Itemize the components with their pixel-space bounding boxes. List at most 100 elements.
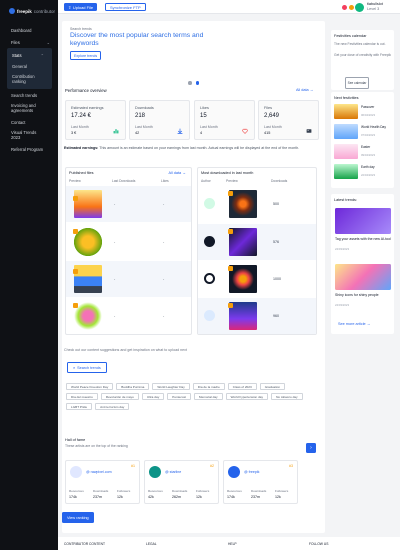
stats-submenu: Stats ⌃ General Contribution ranking	[7, 48, 52, 89]
sidebar-item-stats[interactable]: Stats ⌃	[7, 50, 52, 61]
table-row[interactable]: - -	[66, 261, 191, 297]
table-row[interactable]: 960	[198, 298, 316, 334]
likes-cell: -	[163, 277, 165, 281]
stat-card-files: Files 2,649 Last Month 415	[258, 100, 319, 140]
carousel-dot[interactable]	[188, 81, 192, 85]
chip[interactable]: Día del maestro	[66, 393, 98, 400]
downloads-cell: 960	[273, 314, 279, 318]
chip[interactable]: World Laughter Day	[152, 383, 190, 390]
contributor-name[interactable]: @ freepik	[244, 470, 259, 474]
sidebar-item-general[interactable]: General	[7, 61, 52, 72]
sidebar-item-visual-trends[interactable]: Visual Trends 2023	[0, 128, 58, 143]
search-trends-button[interactable]: ⌕ Search trends	[67, 362, 107, 373]
contributor-card[interactable]: @ rawpixel.com #1 Resources 174k Downloa…	[65, 460, 140, 504]
table-row[interactable]: - -	[66, 186, 191, 222]
avatar	[228, 466, 240, 478]
likes-cell: -	[163, 202, 165, 206]
carousel-dot-active[interactable]	[195, 81, 199, 85]
stat-value: 2,649	[264, 113, 280, 119]
sidebar-item-files[interactable]: Files ⌄	[0, 36, 58, 48]
see-calendar-button[interactable]: See calendar	[345, 77, 369, 89]
sidebar-item-dashboard[interactable]: Dashboard	[0, 24, 58, 36]
chip[interactable]: Ultra day	[141, 393, 165, 400]
author-avatar[interactable]	[204, 273, 215, 284]
sidebar-item-invoicing[interactable]: Invoicing and agreements	[0, 101, 58, 116]
chip[interactable]: Buddha Purnima	[116, 383, 150, 390]
trend-title: Shiny icons for shiny people	[335, 293, 379, 297]
table-row[interactable]: - -	[66, 224, 191, 260]
contributor-card[interactable]: @ starline #2 Resources 42k Downloads 26…	[144, 460, 219, 504]
metric-label: Downloads	[172, 489, 188, 493]
trend-card[interactable]: Shiny icons for shiny people 24/03/2023	[335, 264, 391, 314]
contributor-name[interactable]: @ rawpixel.com	[86, 470, 112, 474]
festivity-name: Earth day	[361, 165, 375, 169]
festivity-item[interactable]: Passover 06/04/2023	[334, 103, 392, 120]
file-thumbnail[interactable]	[74, 265, 102, 293]
chip[interactable]: Memorial day	[194, 393, 223, 400]
chip[interactable]: Graduation	[259, 383, 286, 390]
chip[interactable]: Revolución de mayo	[100, 393, 139, 400]
author-avatar[interactable]	[204, 236, 215, 247]
footer: CONTRIBUTOR CONTENT LEGAL HELP FOLLOW US	[58, 537, 400, 550]
chip[interactable]: Class of 2023	[227, 383, 257, 390]
published-all-data-link[interactable]: All data →	[168, 171, 186, 175]
sidebar-item-contact[interactable]: Contact	[0, 116, 58, 128]
contributor-name[interactable]: @ starline	[165, 470, 181, 474]
calendar-text-secondary: Get your dose of creativity with Freepik	[334, 53, 391, 57]
avatar[interactable]	[355, 3, 364, 12]
table-row[interactable]: - -	[66, 298, 191, 334]
chip[interactable]: LGBT Pride	[66, 403, 93, 410]
preview-thumbnail[interactable]	[229, 302, 257, 330]
synchronize-ftp-button[interactable]: Synchronize FTP	[105, 3, 146, 11]
festivity-thumbnail	[334, 124, 358, 139]
chip[interactable]: Día de la madre	[192, 383, 225, 390]
chip[interactable]: World Peace Freedom Day	[66, 383, 114, 390]
sidebar-item-search-trends[interactable]: Search trends	[0, 89, 58, 101]
file-thumbnail[interactable]	[74, 302, 102, 330]
explore-trends-button[interactable]: Explore trends	[70, 51, 102, 60]
author-avatar[interactable]	[204, 310, 215, 321]
table-row[interactable]: 1000	[198, 261, 316, 297]
notifications-icon[interactable]	[342, 5, 347, 10]
festivity-date: 22/04/2023	[361, 173, 375, 177]
festivity-item[interactable]: Easter 09/04/2023	[334, 143, 392, 160]
trend-card[interactable]: Tag your assets with the new AI-tool 24/…	[335, 208, 391, 258]
freepik-logo[interactable]: freepik contributor	[9, 8, 55, 14]
author-avatar[interactable]	[204, 198, 215, 209]
user-info[interactable]: tiabullslot Level 3	[367, 2, 383, 11]
chip[interactable]: No tobacco day	[271, 393, 303, 400]
view-ranking-button[interactable]: View ranking	[62, 512, 94, 523]
preview-thumbnail[interactable]	[229, 228, 257, 256]
table-row[interactable]: 500	[198, 186, 316, 222]
preview-thumbnail[interactable]	[229, 190, 257, 218]
contributor-card[interactable]: @ freepik #3 Resources 174k Downloads 23…	[223, 460, 298, 504]
festivity-item[interactable]: Earth day 22/04/2023	[334, 163, 392, 180]
upload-file-button[interactable]: ⇧ Upload File	[64, 3, 98, 11]
all-data-link[interactable]: All data →	[296, 88, 314, 92]
metric-value: 237m	[93, 495, 102, 499]
level-badge-icon[interactable]	[348, 5, 354, 10]
table-row[interactable]: 576	[198, 224, 316, 260]
sidebar-item-contribution-ranking[interactable]: Contribution ranking	[7, 72, 52, 87]
file-thumbnail[interactable]	[74, 190, 102, 218]
next-arrow-button[interactable]: ›	[306, 443, 316, 453]
downloads-cell: 500	[273, 202, 279, 206]
chip[interactable]: World hypertension day	[225, 393, 269, 400]
chip[interactable]: Anti terrorism day	[95, 403, 130, 410]
chip[interactable]: Pentecost	[167, 393, 192, 400]
most-downloaded-table-header: Author Preview Downloads	[198, 179, 316, 185]
preview-thumbnail[interactable]	[229, 265, 257, 293]
downloads-cell: 1000	[273, 277, 281, 281]
downloads-cell: -	[114, 240, 116, 244]
file-thumbnail[interactable]	[74, 228, 102, 256]
festivities-calendar-card: Festivities calendar The new Festivities…	[331, 30, 394, 90]
metric-value: 174k	[69, 495, 77, 499]
festivity-item[interactable]: World Health Day 07/04/2023	[334, 123, 392, 140]
calendar-title: Festivities calendar	[334, 34, 367, 38]
bar-chart-icon	[113, 129, 119, 134]
metric-label: Followers	[275, 489, 289, 493]
stat-card-likes: Likes 15 Last Month 4	[194, 100, 255, 140]
see-more-article-link[interactable]: See more article →	[338, 322, 371, 326]
sidebar-item-referral[interactable]: Referral Program	[0, 143, 58, 155]
stat-label: Likes	[200, 106, 209, 110]
